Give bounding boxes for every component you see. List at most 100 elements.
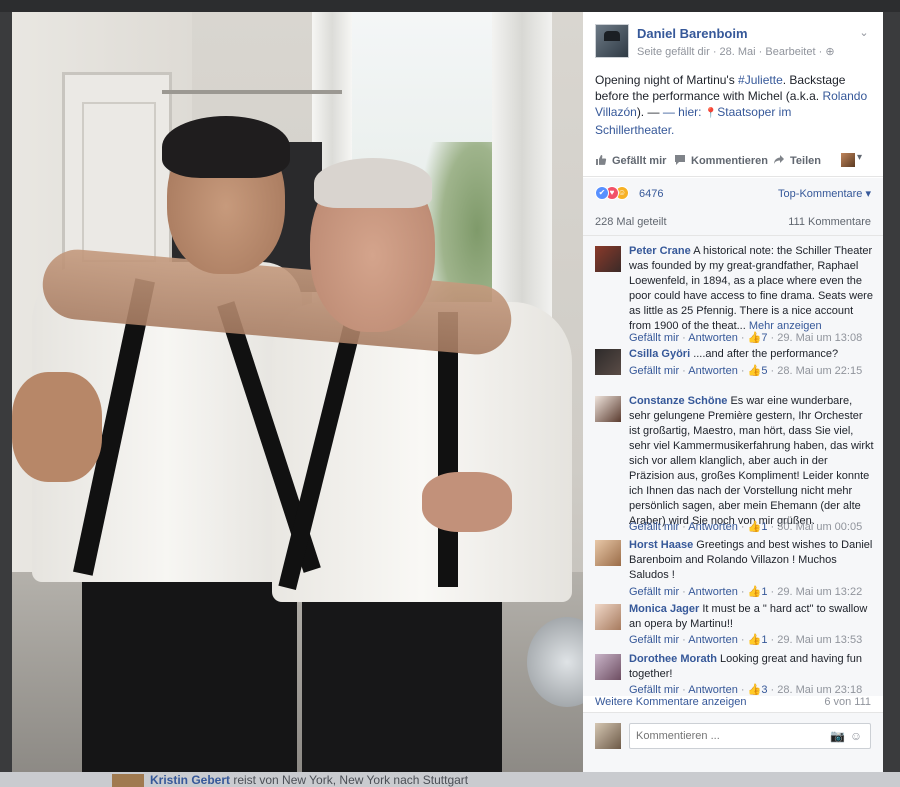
background-top-strip: [0, 0, 900, 12]
comment-timestamp[interactable]: 28. Mai um 22:15: [777, 365, 862, 377]
comment-timestamp[interactable]: 30. Mai um 00:05: [777, 521, 862, 533]
comment-actions: Gefällt mir · Antworten · 👍1 · 29. Mai u…: [629, 634, 863, 646]
commenter-avatar[interactable]: [595, 246, 621, 272]
more-comments-link[interactable]: Weitere Kommentare anzeigen: [595, 696, 746, 708]
post-header: Daniel Barenboim Seite gefällt dir · 28.…: [595, 24, 873, 64]
share-as-avatar[interactable]: [841, 153, 855, 167]
comment-reply-link[interactable]: Antworten: [688, 586, 738, 598]
person-right-hand: [422, 472, 512, 532]
commenter-avatar[interactable]: [595, 604, 621, 630]
comment-timestamp[interactable]: 28. Mai um 23:18: [777, 684, 862, 696]
comment-body: Constanze Schöne Es war eine wunderbare,…: [629, 394, 875, 529]
like-reaction-icon: ✔: [595, 186, 609, 200]
comment-text: ....and after the performance?: [690, 348, 839, 360]
viewer-avatar: [595, 723, 621, 749]
comment-reply-link[interactable]: Antworten: [688, 332, 738, 344]
comment-like-count[interactable]: 5: [761, 365, 767, 377]
thumbs-up-icon: 👍: [747, 634, 762, 646]
comment-like-count[interactable]: 7: [761, 332, 767, 344]
comment-like-count[interactable]: 1: [761, 634, 767, 646]
commenter-avatar[interactable]: [595, 396, 621, 422]
commenter-name[interactable]: Csilla Györi: [629, 348, 690, 360]
thumbs-up-icon: 👍: [747, 684, 762, 696]
person-left-trousers: [82, 567, 297, 772]
location-pin-icon: 📍: [704, 108, 718, 119]
share-button-label: Teilen: [790, 155, 821, 167]
comment-like-count[interactable]: 3: [761, 684, 767, 696]
comment-timestamp[interactable]: 29. Mai um 13:22: [777, 586, 862, 598]
post-text-after: ). —: [636, 105, 663, 119]
comment-text: A historical note: the Schiller Theater …: [629, 245, 873, 332]
camera-icon[interactable]: 📷: [830, 729, 845, 743]
commenter-name[interactable]: Dorothee Morath: [629, 653, 717, 665]
comment-like-link[interactable]: Gefällt mir: [629, 365, 679, 377]
thumbs-up-icon: 👍: [747, 521, 762, 533]
reaction-icons[interactable]: ✔ ♥ ☺: [595, 186, 635, 202]
comment-timestamp[interactable]: 29. Mai um 13:53: [777, 634, 862, 646]
chevron-down-icon[interactable]: ⌄: [857, 26, 871, 40]
comment-timestamp[interactable]: 29. Mai um 13:08: [777, 332, 862, 344]
comment-bubble-icon: [675, 155, 685, 165]
post-meta-text: Seite gefällt dir · 28. Mai · Bearbeitet…: [637, 46, 826, 58]
stats-row: 228 Mal geteilt 111 Kommentare: [583, 210, 883, 236]
comment-actions: Gefällt mir · Antworten · 👍3 · 28. Mai u…: [629, 684, 863, 696]
comment-reply-link[interactable]: Antworten: [688, 521, 738, 533]
commenter-name[interactable]: Peter Crane: [629, 245, 691, 257]
comment-reply-link[interactable]: Antworten: [688, 365, 738, 377]
comment-body: Csilla Györi ....and after the performan…: [629, 347, 875, 362]
comment-body: Horst Haase Greetings and best wishes to…: [629, 538, 875, 583]
thumbs-up-icon: 👍: [747, 586, 762, 598]
person-right-trousers: [302, 577, 502, 772]
comment-like-count[interactable]: 1: [761, 521, 767, 533]
background-feed-strip: Kristin Gebert reist von New York, New Y…: [0, 772, 900, 787]
comment-like-link[interactable]: Gefällt mir: [629, 521, 679, 533]
reaction-count[interactable]: 6476: [639, 186, 663, 202]
thumbs-up-icon: 👍: [747, 365, 762, 377]
comment-like-link[interactable]: Gefällt mir: [629, 684, 679, 696]
comments-count[interactable]: 111 Kommentare: [788, 216, 871, 228]
person-left-hair: [162, 116, 290, 178]
post-text-intro: Opening night of Martinu's: [595, 73, 739, 87]
comment-like-link[interactable]: Gefällt mir: [629, 634, 679, 646]
feed-story-name[interactable]: Kristin Gebert: [150, 773, 230, 787]
thumbs-up-icon: 👍: [747, 332, 762, 344]
share-arrow-icon: [774, 155, 784, 164]
like-button[interactable]: Gefällt mir: [595, 152, 666, 170]
post-hashtag-link[interactable]: #Juliette: [738, 73, 783, 87]
person-right-hair: [314, 158, 432, 208]
comment-reply-link[interactable]: Antworten: [688, 684, 738, 696]
comment-body: Monica Jager It must be a " hard act" to…: [629, 602, 875, 632]
comment-list: Peter Crane A historical note: the Schil…: [583, 236, 883, 696]
comment-like-link[interactable]: Gefällt mir: [629, 332, 679, 344]
post-text: Opening night of Martinu's #Juliette. Ba…: [595, 72, 871, 138]
post-location-prefix[interactable]: — hier:: [663, 105, 705, 119]
post-photo[interactable]: [12, 12, 583, 772]
page-avatar[interactable]: [595, 24, 629, 58]
commenter-name[interactable]: Constanze Schöne: [629, 395, 727, 407]
comment-sort-dropdown[interactable]: Top-Kommentare ▾: [778, 186, 871, 202]
photo-door-inset: [82, 102, 156, 262]
post-action-bar: Gefällt mir Kommentieren Teilen ▾: [583, 147, 883, 177]
shares-count[interactable]: 228 Mal geteilt: [595, 216, 667, 228]
feed-avatar: [112, 774, 144, 787]
commenter-avatar[interactable]: [595, 654, 621, 680]
thumbs-up-icon: [596, 155, 607, 165]
commenter-name[interactable]: Horst Haase: [629, 539, 693, 551]
comment-button[interactable]: Kommentieren: [674, 152, 768, 170]
comment-like-link[interactable]: Gefällt mir: [629, 586, 679, 598]
comment-body: Peter Crane A historical note: the Schil…: [629, 244, 875, 334]
comment-button-label: Kommentieren: [691, 155, 769, 167]
like-button-label: Gefällt mir: [612, 155, 667, 167]
post-author[interactable]: Daniel Barenboim: [637, 26, 748, 41]
comment-actions: Gefällt mir · Antworten · 👍1 · 29. Mai u…: [629, 586, 863, 598]
emoji-icon[interactable]: ☺: [849, 729, 863, 743]
person-left-hand: [12, 372, 102, 482]
person-right-suspender-right: [438, 312, 458, 587]
commenter-avatar[interactable]: [595, 540, 621, 566]
share-as-caret-icon[interactable]: ▾: [857, 152, 862, 163]
comment-like-count[interactable]: 1: [761, 586, 767, 598]
comment-reply-link[interactable]: Antworten: [688, 634, 738, 646]
commenter-name[interactable]: Monica Jager: [629, 603, 699, 615]
commenter-avatar[interactable]: [595, 349, 621, 375]
share-button[interactable]: Teilen: [773, 152, 821, 170]
